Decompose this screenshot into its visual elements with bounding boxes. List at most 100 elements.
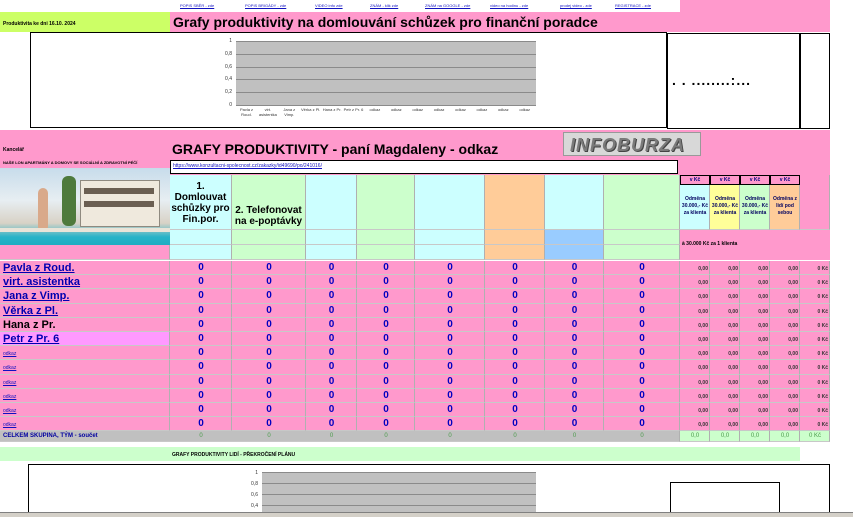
cell-value: 0 bbox=[198, 318, 204, 330]
column-header bbox=[306, 175, 357, 230]
cell-value: 0 bbox=[383, 333, 389, 344]
row-name[interactable]: Petr z Pr. 6 bbox=[3, 333, 59, 345]
top-link[interactable]: ZNÁM - klik zde bbox=[370, 3, 398, 9]
money-value: 0 Kč bbox=[817, 337, 828, 343]
vkc-label: v Kč bbox=[779, 177, 791, 183]
column-subheader bbox=[545, 245, 604, 260]
cell-value: 0 bbox=[512, 290, 518, 302]
top-link[interactable]: video na hodinu - zde bbox=[490, 3, 528, 9]
top-link[interactable]: POPIS BRIGÁDY - zde bbox=[245, 3, 286, 9]
money-value: 0,00 bbox=[788, 280, 798, 287]
row-link[interactable]: odkaz bbox=[3, 394, 16, 400]
money-value: 0,00 bbox=[698, 322, 708, 329]
top-link[interactable]: VIDEO info zde bbox=[315, 3, 343, 9]
money-value: 0 Kč bbox=[817, 379, 828, 386]
url-link[interactable]: https://www.konzultacni-spolecnost.cz/za… bbox=[173, 163, 322, 169]
total-value: 0 bbox=[640, 433, 644, 440]
cell-value: 0 bbox=[639, 418, 645, 430]
money-value: 0 Kč bbox=[817, 351, 828, 358]
money-value: 0 Kč bbox=[817, 294, 828, 301]
column-subheader bbox=[170, 230, 232, 245]
money-value: 0,00 bbox=[698, 308, 708, 315]
dots-text: . . ........:... bbox=[672, 72, 752, 88]
money-value: 0,00 bbox=[698, 266, 708, 272]
sheet-tab-strip[interactable] bbox=[0, 512, 853, 517]
money-value: 0,00 bbox=[698, 365, 708, 372]
column-header bbox=[545, 175, 604, 230]
cell-value: 0 bbox=[383, 389, 389, 401]
note-30000-cell: à 30.000 Kč za 1 klienta bbox=[680, 230, 830, 260]
x-tick-label: odkaz bbox=[390, 107, 402, 112]
x-tick-label: Věrka z Pl. bbox=[301, 107, 321, 112]
page-title: Grafy produktivity na domlouvání schůzek… bbox=[173, 14, 598, 30]
table-row bbox=[0, 417, 170, 432]
row-link[interactable]: odkaz bbox=[3, 422, 16, 428]
money-value: 0 Kč bbox=[817, 408, 828, 414]
money-value: 0,00 bbox=[788, 337, 798, 343]
money-value: 0,00 bbox=[728, 280, 738, 287]
money-value: 0,00 bbox=[698, 294, 708, 301]
row-name[interactable]: Jana z Vimp. bbox=[3, 290, 69, 302]
top-link[interactable]: ZNÁM na GOOGLE - zde bbox=[425, 3, 470, 9]
money-value: 0 Kč bbox=[817, 280, 828, 287]
row-link[interactable]: odkaz bbox=[3, 365, 16, 371]
y-tick-label: 0 bbox=[229, 102, 232, 108]
total-money: 0,0 bbox=[780, 433, 790, 440]
total-value: 0 bbox=[513, 433, 517, 440]
row-link[interactable]: odkaz bbox=[3, 380, 16, 386]
money-value: 0,00 bbox=[758, 308, 768, 315]
cell-value: 0 bbox=[512, 318, 518, 330]
money-value: 0,00 bbox=[788, 379, 798, 386]
cell-value: 0 bbox=[512, 361, 518, 373]
y-tick-label: 0,6 bbox=[225, 63, 232, 70]
y-tick-label: 1 bbox=[255, 470, 258, 476]
top-link-strip: POPIS SBĚR - zde POPIS BRIGÁDY - zde VIDEO… bbox=[170, 0, 680, 12]
cell-value: 0 bbox=[383, 304, 389, 316]
money-value: 0,00 bbox=[698, 408, 708, 414]
money-value: 0,00 bbox=[788, 351, 798, 358]
column-subheader bbox=[485, 230, 545, 245]
column-header-label: 2. Telefonovat na e-poptávky bbox=[234, 205, 303, 227]
cell-value: 0 bbox=[512, 404, 518, 415]
top-link[interactable]: POPIS SBĚR - zde bbox=[180, 3, 214, 9]
money-value: 0,00 bbox=[698, 351, 708, 358]
top-link[interactable]: prodej video - zde bbox=[560, 3, 592, 9]
cell-value: 0 bbox=[266, 304, 272, 316]
x-tick-label: virt. asistentka bbox=[258, 107, 277, 117]
cell-value: 0 bbox=[328, 389, 335, 401]
money-value: 0,00 bbox=[728, 322, 738, 329]
cell-value: 0 bbox=[512, 304, 518, 316]
cell-value: 0 bbox=[447, 276, 453, 288]
column-subheader bbox=[170, 245, 232, 260]
column-subheader bbox=[306, 230, 357, 245]
ad-text: NAŠE LON APARTMÁNY A DOMOVY SE SOCIÁLNÍ … bbox=[3, 160, 138, 165]
column-subheader bbox=[604, 230, 680, 245]
column-header bbox=[604, 175, 680, 230]
cell-value: 0 bbox=[328, 318, 335, 330]
row-link[interactable]: odkaz bbox=[3, 408, 16, 414]
cell-value: 0 bbox=[512, 347, 518, 359]
row-link[interactable]: odkaz bbox=[3, 351, 16, 357]
money-value: 0,00 bbox=[728, 351, 738, 358]
cell-value: 0 bbox=[512, 276, 518, 288]
url-box[interactable]: https://www.konzultacni-spolecnost.cz/za… bbox=[170, 160, 678, 174]
cell-value: 0 bbox=[571, 290, 578, 302]
row-name[interactable]: Věrka z Pl. bbox=[3, 305, 58, 317]
total-value: 0 bbox=[384, 433, 388, 440]
vkc-label: v Kč bbox=[719, 177, 731, 183]
cell-value: 0 bbox=[328, 418, 335, 430]
cell-value: 0 bbox=[639, 318, 645, 330]
note-30000: à 30.000 Kč za 1 klienta bbox=[682, 241, 738, 247]
money-value: 0,00 bbox=[698, 379, 708, 386]
cell-value: 0 bbox=[383, 418, 389, 430]
top-link[interactable]: REGISTRACE - zde bbox=[615, 3, 651, 9]
cell-value: 0 bbox=[512, 418, 518, 430]
column-subheader bbox=[415, 230, 485, 245]
x-tick-label: odkaz bbox=[519, 107, 531, 112]
cell-value: 0 bbox=[571, 304, 578, 316]
x-tick-label: Jana z Vimp. bbox=[283, 107, 296, 117]
cell-value: 0 bbox=[198, 276, 204, 288]
money-value: 0,00 bbox=[758, 379, 768, 386]
row-name[interactable]: Pavla z Roud. bbox=[3, 262, 75, 274]
row-name[interactable]: virt. asistentka bbox=[3, 276, 80, 288]
